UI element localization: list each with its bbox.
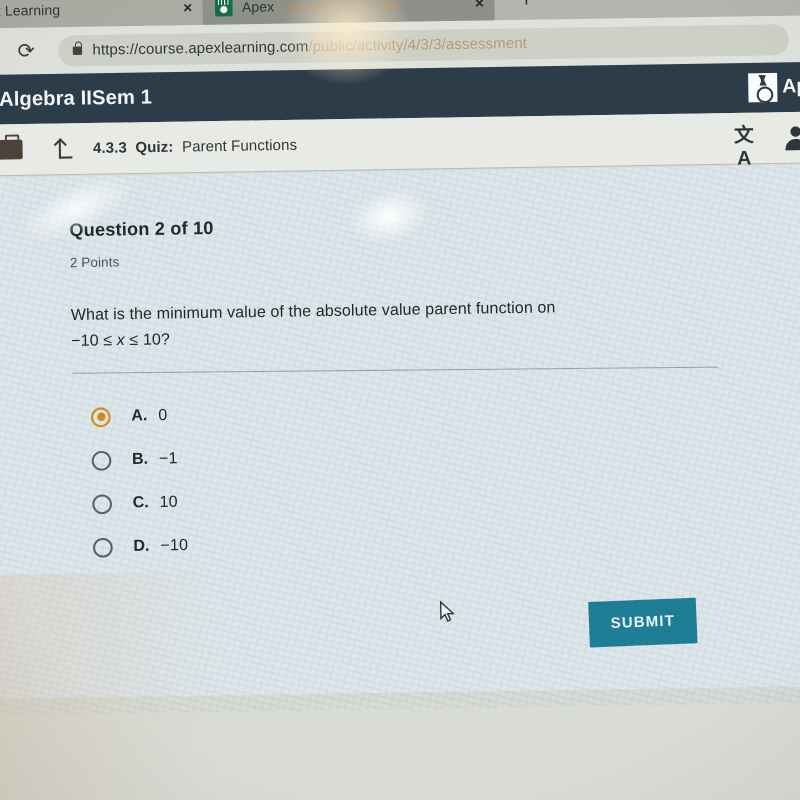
account-person-icon[interactable]: [784, 126, 800, 149]
answer-option-c-letter: C.: [132, 493, 149, 512]
url-origin: https://course.apexlearning.com: [92, 38, 309, 59]
activity-type: Quiz:: [135, 138, 174, 156]
answer-option-a-letter: A.: [131, 406, 148, 425]
screenshot-root: Apex Learning × Apex Learning - Courses …: [0, 0, 800, 800]
browser-tab-2-title-main: Apex: [241, 0, 275, 15]
question-variable: x: [116, 331, 125, 350]
submit-button-wrapper: SUBMIT: [588, 597, 698, 648]
apex-brand-text: Ap: [781, 75, 800, 98]
question-text-line1: What is the minimum value of the absolut…: [70, 298, 556, 325]
answer-option-d[interactable]: D. −10: [92, 519, 528, 569]
browser-tab-2-close-icon[interactable]: ×: [475, 0, 484, 12]
radio-button-b[interactable]: [91, 450, 112, 471]
answer-option-d-letter: D.: [133, 537, 150, 556]
answer-option-a-value: 0: [158, 406, 168, 425]
submit-button[interactable]: SUBMIT: [588, 597, 698, 648]
answer-option-a[interactable]: A. 0: [90, 388, 526, 438]
photographed-screen: Apex Learning × Apex Learning - Courses …: [0, 0, 800, 800]
apex-lightbulb-logo-icon: [747, 72, 778, 103]
browser-tab-2-title: Apex Learning - Courses: [242, 0, 467, 15]
radio-button-c[interactable]: [92, 493, 113, 514]
answer-option-c[interactable]: C. 10: [92, 475, 527, 525]
answer-option-b-value: −1: [158, 449, 178, 468]
course-title: Algebra IISem 1: [0, 85, 153, 111]
browser-tab-1-close-icon[interactable]: ×: [183, 0, 192, 16]
question-points: 2 Points: [69, 254, 120, 271]
lock-icon: [72, 46, 83, 55]
briefcase-icon[interactable]: [0, 139, 23, 160]
question-text-line2: −10 ≤ x ≤ 10?: [71, 319, 661, 354]
answer-option-b[interactable]: B. −1: [91, 432, 526, 482]
activity-name: Parent Functions: [181, 136, 298, 156]
browser-tab-2-title-rest: Learning - Courses: [274, 0, 399, 15]
apex-favicon-icon: [214, 0, 233, 16]
answer-option-d-value: −10: [160, 536, 189, 555]
radio-button-d[interactable]: [92, 537, 113, 558]
address-bar-url: https://course.apexlearning.com/public/a…: [92, 35, 527, 58]
activity-breadcrumb: 4.3.3 Quiz: Parent Functions: [93, 130, 731, 157]
radio-button-a[interactable]: [90, 406, 111, 427]
new-tab-button[interactable]: +: [514, 0, 539, 13]
page-bottom-filler: [0, 685, 800, 800]
browser-tab-1-title: Apex Learning: [0, 1, 61, 19]
answer-option-c-value: 10: [159, 493, 179, 512]
question-range-suffix: ≤ 10?: [124, 330, 171, 350]
content-divider: [71, 366, 719, 374]
reload-icon[interactable]: ⟳: [8, 40, 44, 63]
question-range-prefix: −10 ≤: [71, 331, 117, 351]
address-bar[interactable]: https://course.apexlearning.com/public/a…: [58, 23, 790, 67]
url-path: /public/activity/4/3/3/assessment: [308, 34, 528, 55]
back-up-arrow-icon[interactable]: [56, 138, 77, 159]
activity-number: 4.3.3: [92, 139, 127, 157]
translate-icon[interactable]: 文A: [730, 124, 757, 170]
answer-option-b-letter: B.: [131, 450, 149, 469]
forward-icon[interactable]: →: [0, 38, 5, 64]
answer-options-list: A. 0 B. −1 C. 10 D. −10: [90, 388, 528, 569]
question-text: What is the minimum value of the absolut…: [71, 293, 662, 354]
question-title: Question 2 of 10: [69, 217, 214, 241]
